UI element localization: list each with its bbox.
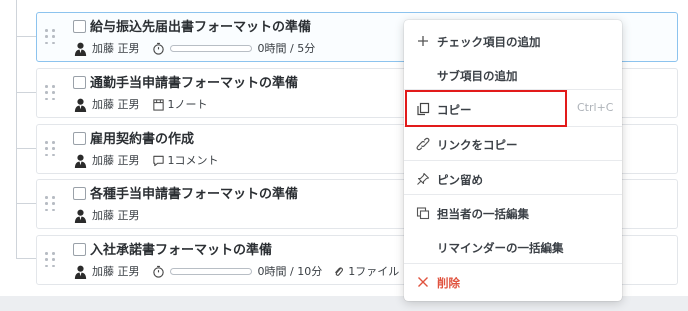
time-progress-bar: [169, 44, 252, 52]
task-meta: 加藤 正男: [73, 206, 152, 224]
close-icon: [418, 277, 428, 287]
avatar[interactable]: [73, 264, 88, 279]
task-meta: 加藤 正男 0時間 / 5分: [73, 39, 315, 57]
timer-icon: [152, 42, 164, 55]
menu-item-label: サブ項目の追加: [437, 69, 518, 83]
avatar[interactable]: [73, 97, 88, 112]
task-title[interactable]: 通勤手当申請書フォーマットの準備: [90, 72, 298, 91]
task-checkbox[interactable]: [73, 187, 86, 200]
drag-handle-icon[interactable]: [45, 29, 57, 45]
menu-item-bulk-edit-reminder[interactable]: リマインダーの一括編集: [404, 230, 622, 264]
file-count[interactable]: 1ファイル: [348, 263, 399, 279]
menu-item-label: リマインダーの一括編集: [437, 241, 564, 255]
note-icon: [152, 98, 164, 111]
avatar[interactable]: [73, 153, 88, 168]
assignee-edit-icon: [416, 207, 430, 220]
tree-branch: [16, 148, 36, 149]
menu-divider: [404, 194, 622, 195]
task-meta: 加藤 正男 0時間 / 10分 1ファイル: [73, 262, 399, 280]
link-icon: [416, 137, 430, 151]
task-title[interactable]: 雇用契約書の作成: [90, 128, 194, 147]
time-estimate: 0時間 / 10分: [257, 265, 323, 278]
task-title[interactable]: 各種手当申請書フォーマットの準備: [90, 183, 298, 202]
menu-item-label: ピン留め: [437, 173, 483, 187]
task-title[interactable]: 給与振込先届出書フォーマットの準備: [90, 16, 311, 35]
comment-icon: [152, 155, 164, 166]
menu-item-label: チェック項目の追加: [437, 35, 541, 49]
task-checkbox[interactable]: [73, 243, 86, 256]
menu-item-label: 担当者の一括編集: [437, 207, 529, 221]
tree-branch: [16, 203, 36, 204]
time-progress-bar: [169, 267, 252, 275]
menu-item-pin[interactable]: ピン留め: [404, 162, 622, 196]
task-checkbox[interactable]: [73, 20, 86, 33]
menu-divider: [404, 263, 622, 264]
copy-highlight-box: [405, 90, 567, 127]
menu-item-copy-link[interactable]: リンクをコピー: [404, 127, 622, 161]
plus-icon: [418, 36, 428, 46]
menu-item-add-checklist[interactable]: チェック項目の追加: [404, 24, 622, 58]
copy-shortcut-hint: Ctrl+C: [577, 101, 614, 114]
tree-connector: [16, 0, 17, 258]
menu-item-label: 削除: [437, 276, 460, 290]
task-title[interactable]: 入社承諾書フォーマットの準備: [90, 239, 272, 258]
assignee-name[interactable]: 加藤 正男: [92, 207, 140, 223]
assignee-name[interactable]: 加藤 正男: [92, 96, 140, 112]
context-menu: チェック項目の追加 サブ項目の追加 コピー リンクをコピー ピン留め 担当者の一…: [404, 20, 622, 301]
avatar[interactable]: [73, 208, 88, 223]
task-list-canvas: 給与振込先届出書フォーマットの準備 加藤 正男 0時間 / 5分 通勤手当申請書…: [0, 0, 688, 311]
menu-divider: [404, 160, 622, 161]
task-checkbox[interactable]: [73, 76, 86, 89]
drag-handle-icon[interactable]: [45, 196, 57, 212]
menu-item-bulk-edit-assignee[interactable]: 担当者の一括編集: [404, 196, 622, 230]
comment-count[interactable]: 1コメント: [168, 152, 219, 168]
drag-handle-icon[interactable]: [45, 85, 57, 101]
assignee-name[interactable]: 加藤 正男: [92, 40, 140, 56]
menu-item-delete[interactable]: 削除: [404, 265, 622, 299]
tree-branch: [16, 258, 36, 259]
assignee-name[interactable]: 加藤 正男: [92, 152, 140, 168]
time-estimate: 0時間 / 5分: [257, 42, 316, 55]
assignee-name[interactable]: 加藤 正男: [92, 263, 140, 279]
note-count[interactable]: 1ノート: [168, 96, 208, 112]
timer-icon: [152, 265, 164, 278]
paperclip-icon: [335, 266, 344, 276]
task-checkbox[interactable]: [73, 132, 86, 145]
tree-branch: [16, 36, 36, 37]
avatar[interactable]: [73, 41, 88, 56]
task-meta: 加藤 正男 1コメント: [73, 151, 219, 169]
drag-handle-icon[interactable]: [45, 252, 57, 268]
menu-item-add-subitem[interactable]: サブ項目の追加: [404, 58, 622, 92]
pin-icon: [417, 172, 430, 185]
menu-item-label: リンクをコピー: [437, 138, 518, 152]
task-meta: 加藤 正男 1ノート: [73, 95, 208, 113]
drag-handle-icon[interactable]: [45, 141, 57, 157]
tree-branch: [16, 92, 36, 93]
